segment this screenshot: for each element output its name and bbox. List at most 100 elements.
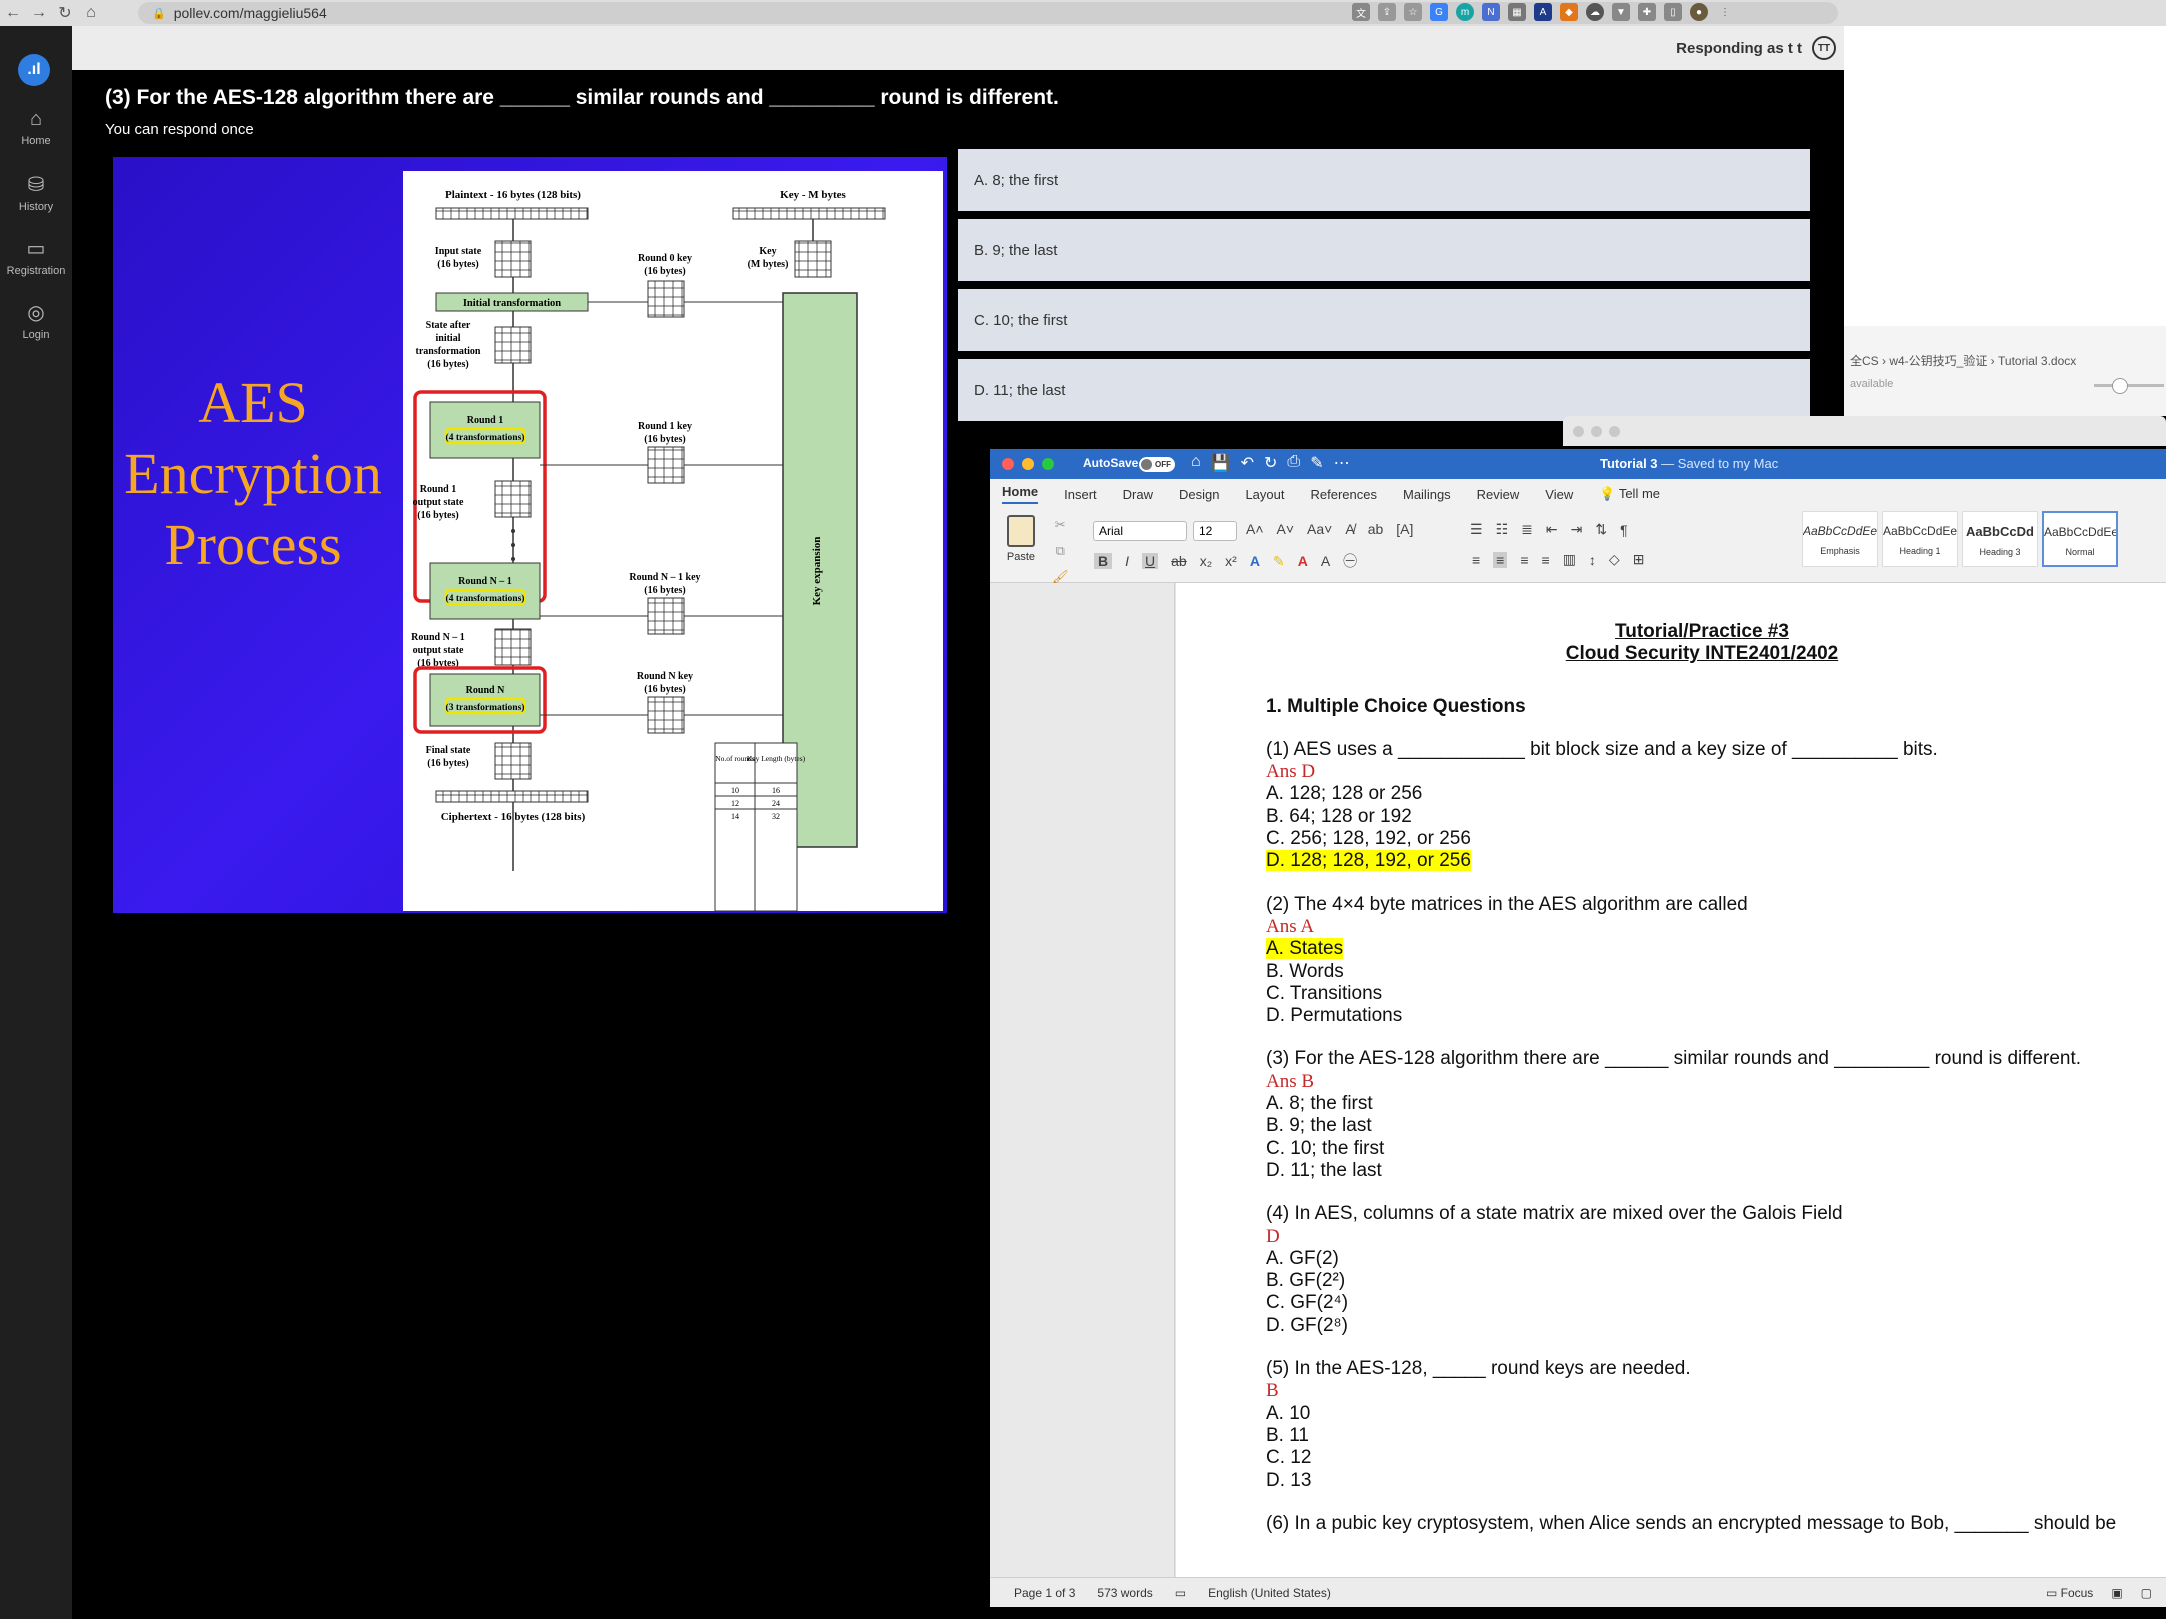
distributed-icon[interactable]: ▥ xyxy=(1563,551,1576,568)
tab-draw[interactable]: Draw xyxy=(1123,487,1153,502)
paste-button[interactable]: Paste xyxy=(1004,515,1038,563)
word-count[interactable]: 573 words xyxy=(1097,1586,1152,1600)
menu-dots-icon[interactable]: ⋮ xyxy=(1716,3,1734,21)
minimize-icon[interactable] xyxy=(1022,458,1034,470)
tab-references[interactable]: References xyxy=(1311,487,1377,502)
back-icon[interactable]: ← xyxy=(0,0,26,26)
tab-insert[interactable]: Insert xyxy=(1064,487,1097,502)
align-right-icon[interactable]: ≡ xyxy=(1520,552,1528,568)
extension-image-icon[interactable]: ▦ xyxy=(1508,3,1526,21)
tab-review[interactable]: Review xyxy=(1477,487,1520,502)
forward-icon[interactable]: → xyxy=(26,0,52,26)
tell-me-search[interactable]: 💡 Tell me xyxy=(1599,486,1660,502)
tab-design[interactable]: Design xyxy=(1179,487,1219,502)
autosave-toggle[interactable]: OFF xyxy=(1139,457,1175,472)
tab-layout[interactable]: Layout xyxy=(1245,487,1284,502)
subscript-icon[interactable]: x₂ xyxy=(1200,553,1212,569)
pollev-logo-icon[interactable]: .ıl xyxy=(18,54,50,86)
puzzle-icon[interactable]: ✚ xyxy=(1638,3,1656,21)
shading-icon[interactable]: ◇ xyxy=(1609,551,1620,568)
language[interactable]: English (United States) xyxy=(1208,1586,1331,1600)
home-icon[interactable]: ⌂ xyxy=(78,0,104,26)
show-formatting-icon[interactable]: ¶ xyxy=(1620,522,1628,538)
enclose-character-icon[interactable]: ㊀ xyxy=(1343,551,1357,571)
translate-icon[interactable]: 文 xyxy=(1352,3,1370,21)
poll-option-a[interactable]: A. 8; the first xyxy=(958,149,1810,211)
italic-icon[interactable]: I xyxy=(1125,553,1129,569)
reload-icon[interactable]: ↻ xyxy=(52,0,78,26)
style-normal[interactable]: AaBbCcDdEe Normal xyxy=(2042,511,2118,567)
sidebar-icon[interactable]: ▯ xyxy=(1664,3,1682,21)
increase-indent-icon[interactable]: ⇥ xyxy=(1571,521,1583,538)
align-left-icon[interactable]: ≡ xyxy=(1472,552,1480,568)
sidebar-item-registration[interactable]: ▭ Registration xyxy=(0,236,72,277)
more-icon[interactable]: ⋯ xyxy=(1334,453,1350,473)
copy-icon[interactable]: ⧉ xyxy=(1056,543,1065,559)
window-dot[interactable] xyxy=(1609,426,1620,437)
font-size-select[interactable]: 12 xyxy=(1193,521,1237,541)
redo-icon[interactable]: ↻ xyxy=(1264,453,1277,473)
style-emphasis[interactable]: AaBbCcDdEe Emphasis xyxy=(1802,511,1878,567)
highlight-icon[interactable]: ✎ xyxy=(1273,553,1285,570)
sidebar-item-login[interactable]: ◎ Login xyxy=(0,300,72,341)
finder-zoom-slider[interactable] xyxy=(2094,378,2164,394)
strikethrough-icon[interactable]: ab xyxy=(1171,553,1187,569)
page-count[interactable]: Page 1 of 3 xyxy=(1014,1586,1075,1600)
cloud-icon[interactable]: ☁ xyxy=(1586,3,1604,21)
sidebar-item-home[interactable]: ⌂ Home xyxy=(0,108,72,147)
undo-icon[interactable]: ↶ xyxy=(1241,453,1254,473)
style-heading-1[interactable]: AaBbCcDdEe Heading 1 xyxy=(1882,511,1958,567)
home-icon[interactable]: ⌂ xyxy=(1191,453,1201,473)
grow-font-icon[interactable]: A˄ xyxy=(1246,521,1264,537)
character-shading-icon[interactable]: A xyxy=(1321,553,1330,569)
poll-option-b[interactable]: B. 9; the last xyxy=(958,219,1810,281)
borders-icon[interactable]: ⊞ xyxy=(1633,551,1645,568)
avatar[interactable]: TT xyxy=(1812,36,1836,60)
poll-option-c[interactable]: C. 10; the first xyxy=(958,289,1810,351)
cut-icon[interactable]: ✂ xyxy=(1055,517,1066,533)
print-layout-icon[interactable]: ▣ xyxy=(2111,1586,2122,1600)
numbering-icon[interactable]: ☷ xyxy=(1496,521,1509,538)
proofing-icon[interactable]: ▭ xyxy=(1175,1586,1186,1600)
tab-view[interactable]: View xyxy=(1545,487,1573,502)
justify-icon[interactable]: ≡ xyxy=(1542,552,1550,568)
decrease-indent-icon[interactable]: ⇤ xyxy=(1546,521,1558,538)
focus-button[interactable]: ▭ Focus xyxy=(2046,1586,2093,1600)
web-layout-icon[interactable]: ▢ xyxy=(2141,1586,2152,1600)
window-dot[interactable] xyxy=(1591,426,1602,437)
poll-option-d[interactable]: D. 11; the last xyxy=(958,359,1810,421)
text-effects-icon[interactable]: A xyxy=(1250,553,1260,569)
text-box-icon[interactable]: [A] xyxy=(1396,521,1413,537)
bullets-icon[interactable]: ☰ xyxy=(1470,521,1483,538)
extension-n-icon[interactable]: N xyxy=(1482,3,1500,21)
window-dot[interactable] xyxy=(1573,426,1584,437)
bold-icon[interactable]: B xyxy=(1094,553,1113,569)
save-icon[interactable]: 💾 xyxy=(1211,453,1231,473)
underline-icon[interactable]: U xyxy=(1142,553,1159,569)
style-heading-3[interactable]: AaBbCcDd Heading 3 xyxy=(1962,511,2038,567)
tab-home[interactable]: Home xyxy=(1002,484,1039,504)
print-icon[interactable]: ⎙ xyxy=(1287,453,1300,473)
superscript-icon[interactable]: x² xyxy=(1225,553,1237,569)
edit-icon[interactable]: ✎ xyxy=(1310,453,1323,473)
close-icon[interactable] xyxy=(1002,458,1014,470)
share-icon[interactable]: ⇪ xyxy=(1378,3,1396,21)
multilevel-list-icon[interactable]: ≣ xyxy=(1521,521,1533,538)
extension-a-icon[interactable]: A xyxy=(1534,3,1552,21)
font-color-icon[interactable]: A xyxy=(1298,553,1308,569)
extension-v-icon[interactable]: ▼ xyxy=(1612,3,1630,21)
align-center-icon[interactable]: ≡ xyxy=(1493,551,1508,568)
star-icon[interactable]: ☆ xyxy=(1404,3,1422,21)
clear-formatting-icon[interactable]: A̸ xyxy=(1345,521,1354,537)
extension-m-icon[interactable]: m xyxy=(1456,3,1474,21)
line-spacing-icon[interactable]: ↕ xyxy=(1589,552,1596,568)
sidebar-item-history[interactable]: ⛁ History xyxy=(0,172,72,213)
tab-mailings[interactable]: Mailings xyxy=(1403,487,1451,502)
profile-avatar-icon[interactable]: ● xyxy=(1690,3,1708,21)
extension-blue-icon[interactable]: G xyxy=(1430,3,1448,21)
change-case-icon[interactable]: Aa˅ xyxy=(1307,521,1332,537)
shrink-font-icon[interactable]: A˅ xyxy=(1277,521,1295,537)
metamask-icon[interactable]: ◆ xyxy=(1560,3,1578,21)
font-name-select[interactable]: Arial xyxy=(1093,521,1187,541)
maximize-icon[interactable] xyxy=(1042,458,1054,470)
